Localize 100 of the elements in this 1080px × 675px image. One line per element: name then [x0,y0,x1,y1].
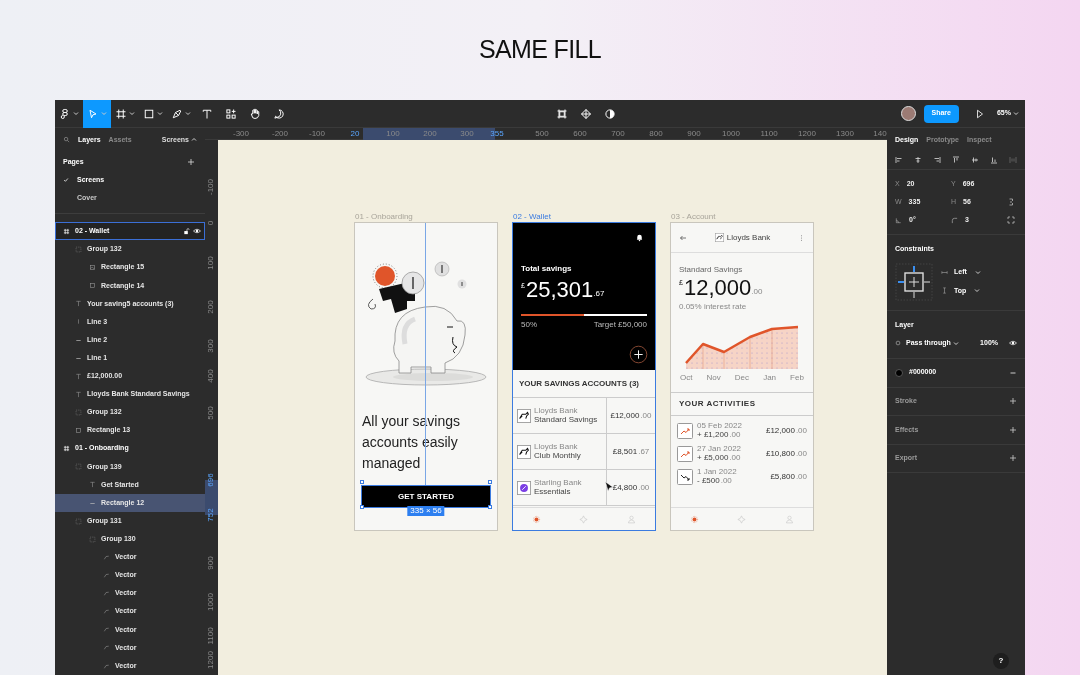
constraints-widget[interactable] [895,262,933,301]
avatar[interactable] [900,106,916,121]
mouse-cursor-icon [604,481,615,492]
independent-corners-icon[interactable] [1007,216,1015,224]
activity-change: + £1,200 [697,430,729,440]
color-swatch[interactable] [895,368,903,377]
activity-balance-cents: .00 [795,424,807,437]
activity-row[interactable]: 27 Jan 2022 + £5,000.00 £10,800.00 [677,444,807,463]
account-name: Club Monthly [534,451,581,461]
caret-icon [101,111,107,116]
constrain-proportions-icon[interactable] [1007,198,1015,206]
ruler-label: 1200 [206,651,216,669]
ruler-label: 100 [206,256,216,270]
bank-name: Starling Bank [534,478,582,487]
ruler-label: 696 [206,473,216,487]
resize-handle[interactable] [488,505,492,509]
account-name: Essentials [534,487,572,497]
hand-icon [249,107,261,120]
ruler-label: 1000 [206,593,216,611]
frame-icon [63,445,70,453]
activity-date: 27 Jan 2022 [697,444,742,453]
cursor-icon [87,107,99,120]
line-icon [75,318,82,326]
trend-up-icon [677,445,693,462]
balance-cents: .67 [593,289,605,298]
text-icon [75,300,82,308]
activity-balance-cents: .00 [795,447,807,460]
caret-icon [952,340,959,346]
ruler-label: 900 [687,129,701,139]
account-cents: .00 [640,410,652,422]
component-icon[interactable] [579,107,592,120]
activity-balance: £10,800 [765,447,795,460]
frame-label[interactable]: 02 - Wallet [513,212,655,223]
axis-label: Feb [790,373,804,382]
progress-target: Target £50,000 [593,319,647,331]
axis-label: Dec [734,373,750,382]
rotation-icon [895,216,902,224]
resize-handle[interactable] [360,505,364,509]
activity-change-cents: .00 [729,430,741,440]
account-name: Standard Savings [679,265,744,274]
section-title: YOUR ACTIVITIES [679,398,756,410]
activity-balance: £12,000 [765,424,795,437]
ruler-label: -100 [309,129,325,139]
ruler-label: 400 [206,369,216,383]
activity-row[interactable]: 05 Feb 2022 + £1,200.00 £12,000.00 [677,421,807,440]
add-button-icon[interactable] [629,345,648,364]
frame-icon [63,227,70,235]
help-button[interactable]: ? [993,653,1009,669]
add-icon[interactable] [1009,425,1017,434]
menu-icon [59,107,71,120]
account-row[interactable]: Lloyds Bank Club Monthly £8,501.67 [513,434,655,470]
resize-handle[interactable] [488,479,492,484]
ruler-label: 200 [206,300,216,314]
bell-icon[interactable] [635,233,644,242]
ruler-label: 1300 [836,129,854,139]
eye-icon[interactable] [1009,339,1017,348]
caret-icon [157,111,163,116]
ruler-label: 140 [873,129,887,139]
activity-balance-cents: .00 [795,470,807,483]
home-tab-icon[interactable] [690,514,700,524]
blend-mode-icon [895,340,901,347]
eye-icon[interactable] [193,227,201,236]
account-row[interactable]: Lloyds Bank Standard Savings £12,000.00 [513,398,655,434]
add-icon[interactable] [1009,454,1017,463]
caret-icon [974,269,981,275]
ruler-label: 500 [535,129,549,139]
crop-icon[interactable] [555,107,568,120]
add-icon[interactable] [1009,397,1017,406]
caret-icon [191,137,197,143]
group-icon [75,409,82,416]
activity-balance: £5,800 [770,470,795,483]
activity-change: - £500 [697,476,720,486]
activity-change-cents: .00 [720,476,732,486]
bank-name: Lloyds Bank [534,442,579,451]
search-icon[interactable] [63,136,70,144]
account-cents: .67 [638,446,650,458]
unlock-icon[interactable] [183,227,190,235]
width-icon [941,268,948,276]
bank-logo-icon [517,480,531,495]
ruler-label: 200 [423,129,437,139]
get-started-button[interactable]: GET STARTED [362,486,490,507]
ruler-label: 800 [649,129,663,139]
activity-row[interactable]: 1 Jan 2022 - £500.00 £5,800.00 [677,467,807,486]
ruler-label: 500 [206,406,216,420]
home-tab-icon[interactable] [532,514,542,524]
check-icon [63,177,69,184]
caret-icon [185,111,191,116]
ruler-label: -300 [233,129,249,139]
ruler-label: 300 [460,129,474,139]
resize-handle[interactable] [360,479,364,484]
contrast-icon[interactable] [603,107,616,120]
trend-up-icon [677,422,693,439]
balance-label: Total savings [521,263,573,275]
group-icon [75,463,82,471]
play-icon[interactable] [974,108,985,119]
corner-radius-icon [951,216,958,224]
add-icon[interactable] [187,157,195,166]
caret-icon [974,288,981,294]
activity-change: + £5,000 [697,453,729,463]
back-arrow-icon[interactable] [679,233,687,242]
